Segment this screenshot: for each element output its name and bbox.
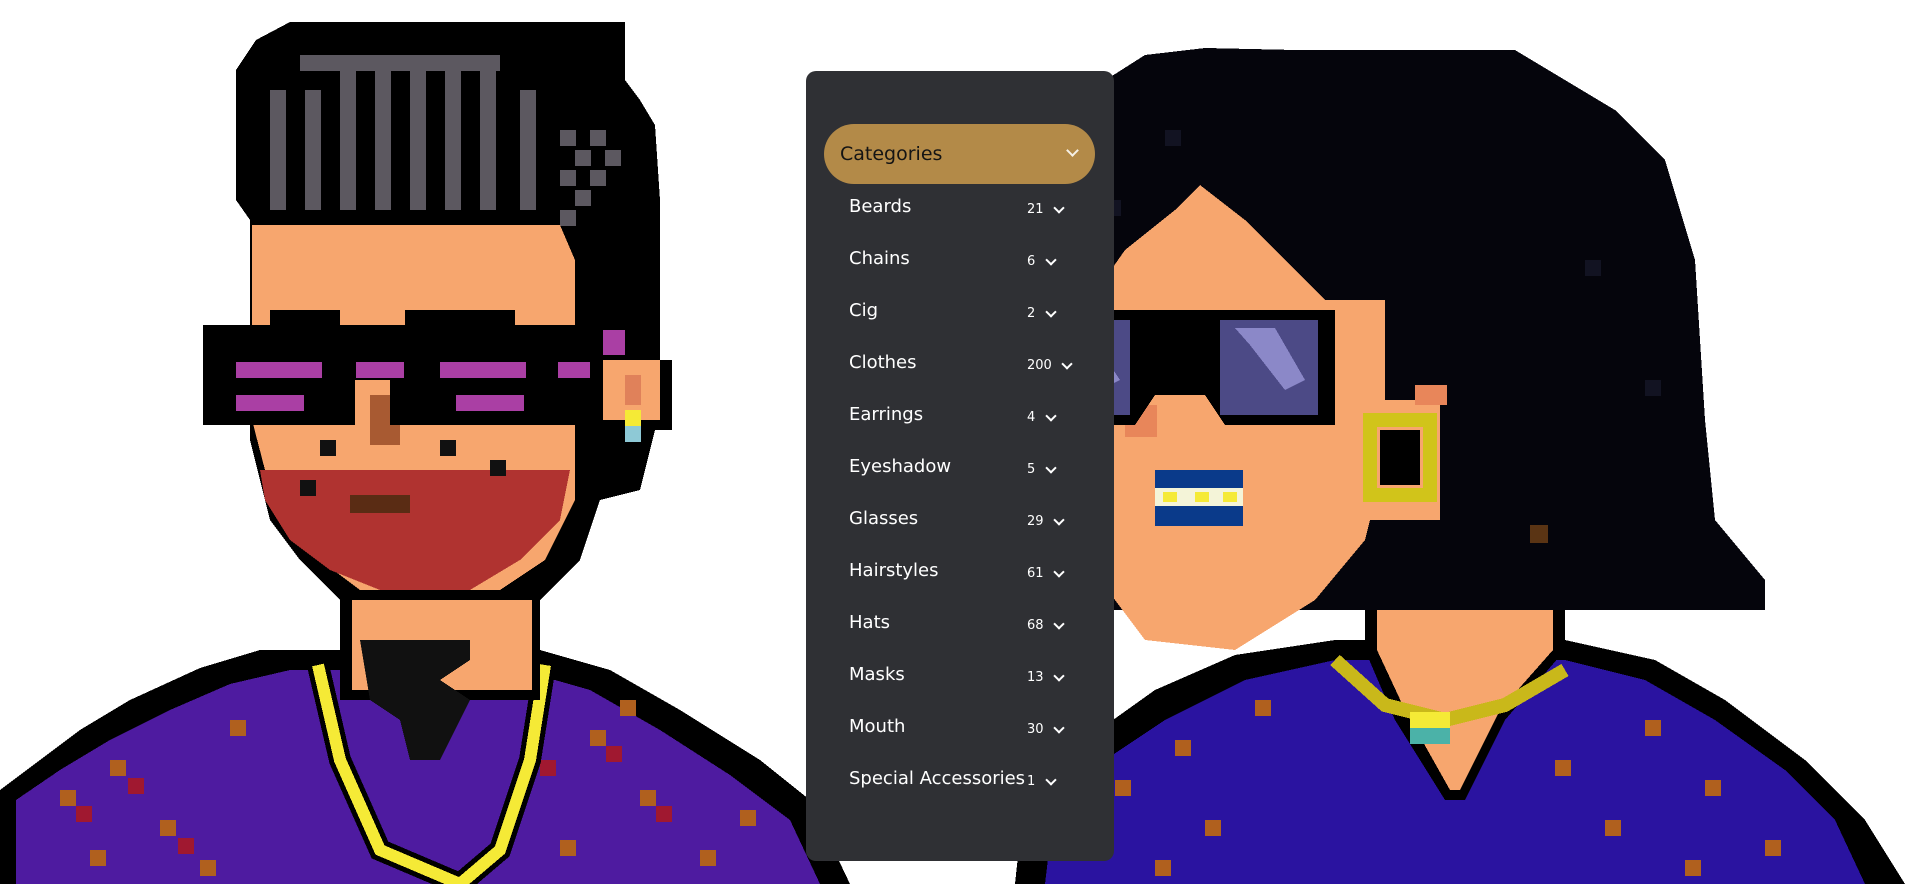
- category-item-label: Earrings: [849, 404, 924, 425]
- category-item-eyeshadow[interactable]: Eyeshadow 5: [806, 444, 1114, 496]
- chevron-down-icon[interactable]: [1053, 566, 1065, 578]
- categories-dropdown-button[interactable]: Categories: [824, 124, 1095, 184]
- category-item-label: Clothes: [849, 352, 917, 373]
- category-item-count: 4: [1027, 410, 1036, 425]
- category-item-special-accessories[interactable]: Special Accessories 1: [806, 756, 1114, 808]
- chevron-down-icon[interactable]: [1045, 306, 1057, 318]
- category-item-count: 200: [1027, 358, 1052, 373]
- category-item-count: 29: [1027, 514, 1044, 529]
- category-item-masks[interactable]: Masks 13: [806, 652, 1114, 704]
- category-item-label: Glasses: [849, 508, 919, 529]
- category-item-earrings[interactable]: Earrings 4: [806, 392, 1114, 444]
- category-item-count: 68: [1027, 618, 1044, 633]
- chevron-down-icon[interactable]: [1045, 410, 1057, 422]
- pixel-avatar-right: [1005, 0, 1920, 884]
- category-item-chains[interactable]: Chains 6: [806, 236, 1114, 288]
- category-item-count: 61: [1027, 566, 1044, 581]
- category-item-label: Cig: [849, 300, 878, 321]
- category-list: Beards 21 Chains 6 Cig 2 Clothes 200 Earrings 4 Ey…: [806, 184, 1114, 808]
- chevron-down-icon[interactable]: [1053, 670, 1065, 682]
- category-item-label: Eyeshadow: [849, 456, 952, 477]
- category-item-label: Hairstyles: [849, 560, 939, 581]
- chevron-down-icon[interactable]: [1053, 202, 1065, 214]
- chevron-down-icon[interactable]: [1045, 254, 1057, 266]
- category-item-label: Mouth: [849, 716, 906, 737]
- category-item-hats[interactable]: Hats 68: [806, 600, 1114, 652]
- category-item-count: 6: [1027, 254, 1036, 269]
- category-item-mouth[interactable]: Mouth 30: [806, 704, 1114, 756]
- category-item-clothes[interactable]: Clothes 200: [806, 340, 1114, 392]
- category-item-label: Hats: [849, 612, 891, 633]
- chevron-down-icon: [1066, 143, 1079, 157]
- category-item-count: 13: [1027, 670, 1044, 685]
- avatar-left-art: [0, 22, 850, 884]
- category-item-cig[interactable]: Cig 2: [806, 288, 1114, 340]
- category-item-glasses[interactable]: Glasses 29: [806, 496, 1114, 548]
- chevron-down-icon[interactable]: [1045, 462, 1057, 474]
- categories-label: Categories: [840, 143, 943, 165]
- pixel-avatar-left: [0, 0, 900, 884]
- chevron-down-icon[interactable]: [1053, 618, 1065, 630]
- category-item-count: 21: [1027, 202, 1044, 217]
- category-item-label: Beards: [849, 196, 912, 217]
- category-item-count: 5: [1027, 462, 1036, 477]
- chevron-down-icon[interactable]: [1053, 722, 1065, 734]
- category-item-count: 1: [1027, 774, 1036, 789]
- chevron-down-icon[interactable]: [1045, 774, 1057, 786]
- category-item-label: Special Accessories: [849, 768, 1026, 789]
- category-item-label: Masks: [849, 664, 905, 685]
- category-filter-panel: Categories Beards 21 Chains 6 Cig 2 Clothes 200…: [806, 71, 1114, 861]
- category-item-label: Chains: [849, 248, 910, 269]
- category-item-beards[interactable]: Beards 21: [806, 184, 1114, 236]
- chevron-down-icon[interactable]: [1061, 358, 1073, 370]
- category-item-hairstyles[interactable]: Hairstyles 61: [806, 548, 1114, 600]
- category-item-count: 30: [1027, 722, 1044, 737]
- category-item-count: 2: [1027, 306, 1036, 321]
- chevron-down-icon[interactable]: [1053, 514, 1065, 526]
- avatar-right-art: [1005, 48, 1905, 884]
